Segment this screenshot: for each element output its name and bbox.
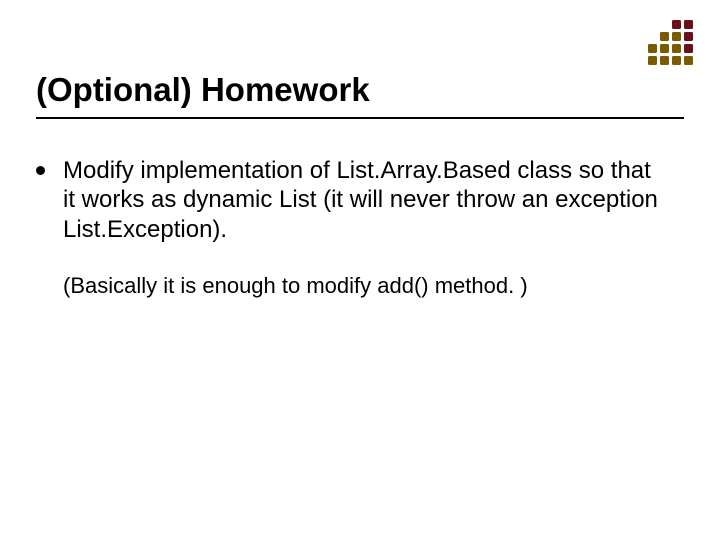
corner-decoration <box>648 20 694 66</box>
bullet-text: Modify implementation of List.Array.Base… <box>63 156 666 244</box>
slide-title: (Optional) Homework <box>36 72 684 119</box>
sub-text: (Basically it is enough to modify add() … <box>63 272 666 300</box>
title-container: (Optional) Homework <box>36 72 684 119</box>
bullet-item: Modify implementation of List.Array.Base… <box>36 156 666 244</box>
slide: (Optional) Homework Modify implementatio… <box>0 0 720 540</box>
bullet-icon <box>36 166 45 175</box>
body-container: Modify implementation of List.Array.Base… <box>36 156 666 299</box>
